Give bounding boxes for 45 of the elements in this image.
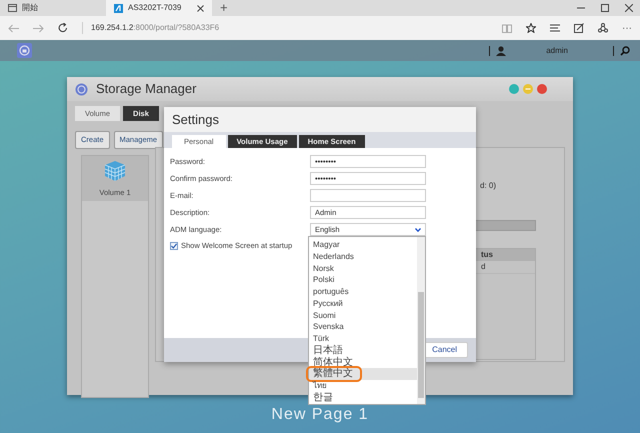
user-name[interactable]: admin	[546, 44, 568, 56]
dialog-title: Settings	[172, 112, 219, 127]
more-button[interactable]: ···	[622, 20, 632, 36]
search-icon[interactable]	[620, 46, 630, 56]
scrollbar[interactable]	[417, 237, 425, 404]
pen-note-icon[interactable]	[574, 23, 584, 33]
page-caption: New Page 1	[270, 405, 370, 425]
address-field[interactable]: 169.254.1.2:8000/portal/?580A33F6	[82, 22, 488, 34]
refresh-icon[interactable]	[58, 23, 68, 33]
browser-tab[interactable]: AS3202T-7039	[106, 0, 212, 16]
checkbox[interactable]	[170, 242, 178, 250]
dropdown-option[interactable]: ไทย	[309, 380, 417, 392]
close-icon[interactable]	[197, 4, 204, 12]
detail-text: d: 0)	[480, 180, 496, 192]
dropdown-option[interactable]: Nederlands	[309, 250, 417, 262]
dropdown-option[interactable]: 简体中文	[309, 356, 417, 368]
close-icon[interactable]	[625, 4, 633, 12]
dropdown-option[interactable]: Norsk	[309, 262, 417, 274]
logo-icon	[114, 4, 123, 12]
new-tab-button[interactable]: +	[212, 0, 236, 16]
maximize-icon[interactable]	[601, 4, 609, 12]
menu-icon[interactable]	[550, 24, 560, 32]
app-icon[interactable]	[17, 43, 32, 58]
page-icon	[8, 4, 17, 12]
tab-title: AS3202T-7039	[128, 2, 182, 14]
dropdown-option[interactable]: 繁體中文	[309, 368, 417, 380]
dropdown-option[interactable]: 한글	[309, 392, 417, 404]
share-icon[interactable]	[598, 23, 608, 33]
dropdown-option[interactable]: Русский	[309, 298, 417, 310]
dropdown-option[interactable]: Svenska	[309, 321, 417, 333]
cube-icon	[104, 160, 126, 182]
dropdown-option[interactable]: Suomi	[309, 310, 417, 322]
user-icon[interactable]	[496, 46, 506, 56]
input-field[interactable]	[310, 189, 426, 202]
dropdown-option[interactable]: 日本語	[309, 344, 417, 356]
dropdown-option[interactable]: português	[309, 286, 417, 298]
browser-tab[interactable]: 開始	[0, 0, 106, 16]
dropdown-option[interactable]: Magyar	[309, 239, 417, 251]
tab-title: 開始	[22, 2, 38, 14]
chevron-icon	[415, 228, 421, 232]
star-icon[interactable]	[526, 23, 536, 33]
window-title: Storage Manager	[96, 80, 196, 98]
dropdown-option[interactable]: Polski	[309, 274, 417, 286]
app-icon	[75, 82, 88, 96]
dropdown-option[interactable]: Türk	[309, 333, 417, 345]
